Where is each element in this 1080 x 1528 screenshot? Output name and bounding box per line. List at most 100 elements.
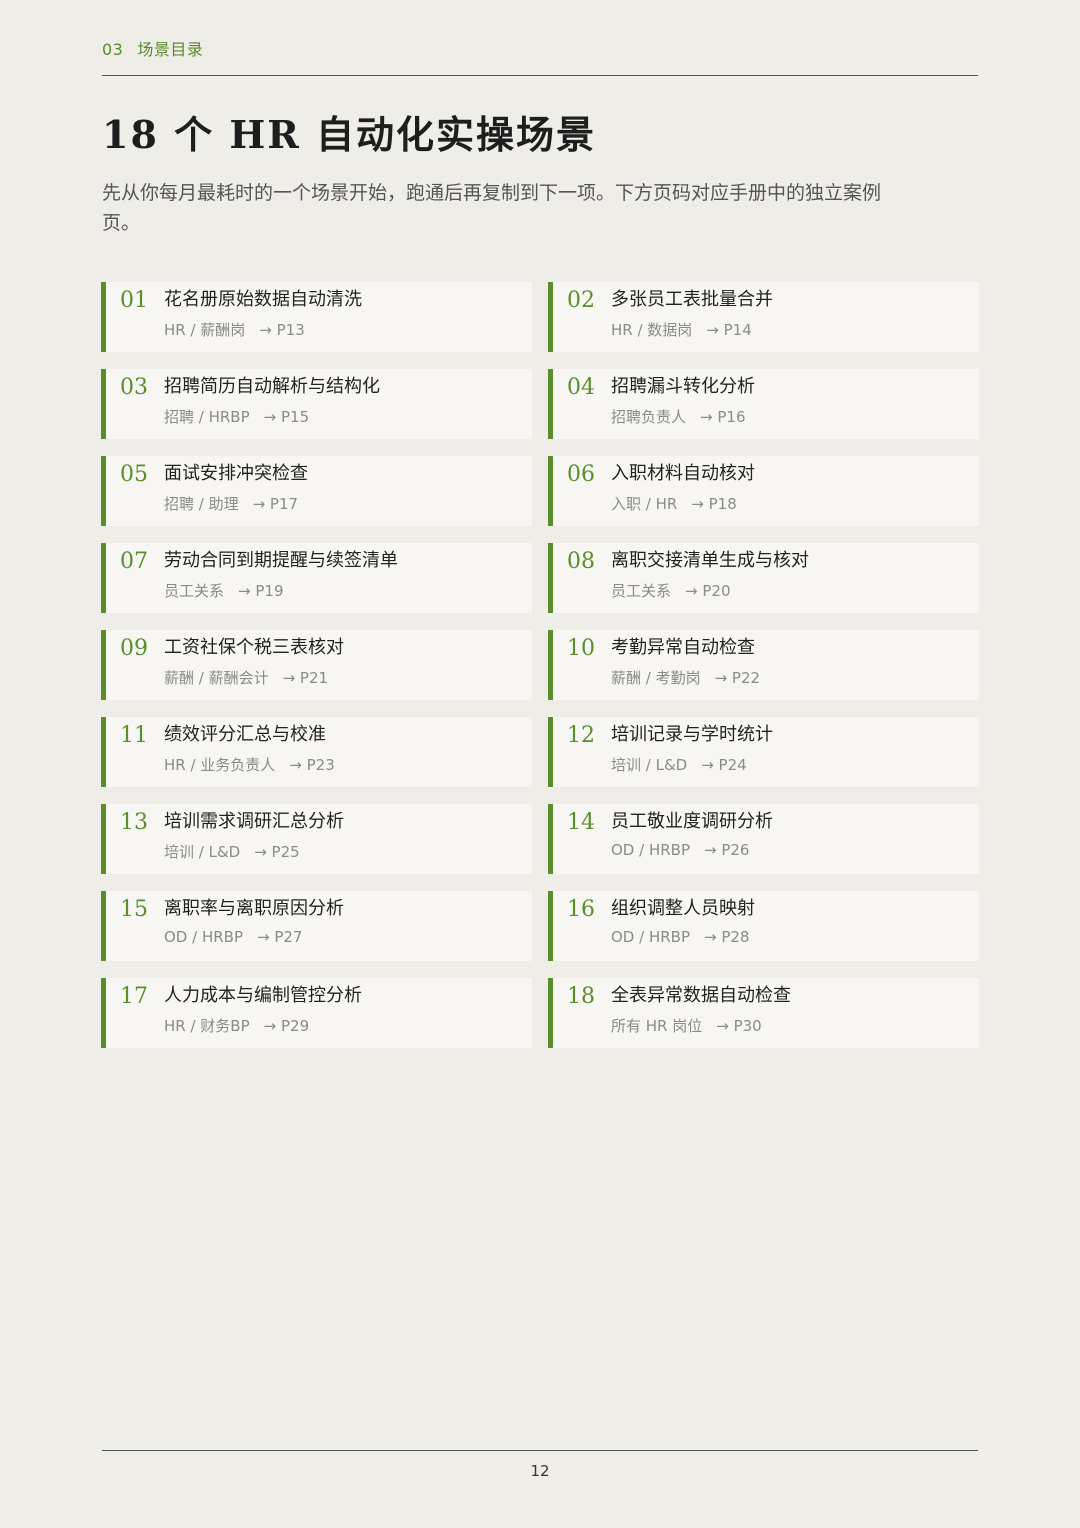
scenario-card[interactable]: 02 多张员工表批量合并 HR / 数据岗 → P14 <box>548 282 979 352</box>
scenario-roles: 招聘 / 助理 <box>164 495 239 513</box>
scenario-number: 05 <box>120 462 148 487</box>
scenario-grid: 01 花名册原始数据自动清洗 HR / 薪酬岗 → P13 02 多张员工表批量合并 HR … <box>101 282 979 1048</box>
scenario-number: 08 <box>567 549 595 574</box>
scenario-card[interactable]: 07 劳动合同到期提醒与续签清单 员工关系 → P19 <box>101 543 532 613</box>
scenario-meta: HR / 薪酬岗 → P13 <box>164 319 305 340</box>
scenario-meta: 招聘 / HRBP → P15 <box>164 406 309 427</box>
scenario-title: 绩效评分汇总与校准 <box>164 724 326 745</box>
scenario-roles: 招聘负责人 <box>611 408 687 426</box>
scenario-meta: 薪酬 / 考勤岗 → P22 <box>611 667 760 688</box>
scenario-roles: 培训 / L&D <box>611 756 688 774</box>
scenario-page-link[interactable]: → P28 <box>704 928 749 946</box>
scenario-page-link[interactable]: → P15 <box>264 408 309 426</box>
scenario-page-link[interactable]: → P30 <box>716 1017 761 1035</box>
scenario-page-link[interactable]: → P21 <box>283 669 328 687</box>
scenario-number: 15 <box>120 897 148 922</box>
scenario-title: 培训记录与学时统计 <box>611 724 773 745</box>
scenario-page-link[interactable]: → P23 <box>289 756 334 774</box>
scenario-roles: 员工关系 <box>164 582 225 600</box>
scenario-meta: 入职 / HR → P18 <box>611 493 737 514</box>
scenario-title: 全表异常数据自动检查 <box>611 985 791 1006</box>
scenario-page-link[interactable]: → P27 <box>257 928 302 946</box>
scenario-card[interactable]: 16 组织调整人员映射 OD / HRBP → P28 <box>548 891 979 961</box>
scenario-page-link[interactable]: → P20 <box>685 582 730 600</box>
scenario-card[interactable]: 15 离职率与离职原因分析 OD / HRBP → P27 <box>101 891 532 961</box>
scenario-page-link[interactable]: → P29 <box>264 1017 309 1035</box>
scenario-page-link[interactable]: → P25 <box>254 843 299 861</box>
scenario-meta: OD / HRBP → P27 <box>164 928 302 946</box>
scenario-number: 06 <box>567 462 595 487</box>
scenario-roles: OD / HRBP <box>611 841 690 859</box>
scenario-roles: 员工关系 <box>611 582 672 600</box>
scenario-number: 10 <box>567 636 595 661</box>
bottom-divider <box>102 1450 978 1451</box>
scenario-title: 劳动合同到期提醒与续签清单 <box>164 550 398 571</box>
scenario-card[interactable]: 14 员工敬业度调研分析 OD / HRBP → P26 <box>548 804 979 874</box>
scenario-card[interactable]: 18 全表异常数据自动检查 所有 HR 岗位 → P30 <box>548 978 979 1048</box>
scenario-title: 面试安排冲突检查 <box>164 463 308 484</box>
scenario-page-link[interactable]: → P26 <box>704 841 749 859</box>
scenario-number: 12 <box>567 723 595 748</box>
section-title: 场景目录 <box>137 40 204 59</box>
scenario-title: 工资社保个税三表核对 <box>164 637 344 658</box>
scenario-title: 入职材料自动核对 <box>611 463 755 484</box>
scenario-page-link[interactable]: → P19 <box>238 582 283 600</box>
scenario-number: 14 <box>567 810 595 835</box>
scenario-number: 07 <box>120 549 148 574</box>
scenario-title: 组织调整人员映射 <box>611 898 755 919</box>
scenario-card[interactable]: 09 工资社保个税三表核对 薪酬 / 薪酬会计 → P21 <box>101 630 532 700</box>
scenario-card[interactable]: 04 招聘漏斗转化分析 招聘负责人 → P16 <box>548 369 979 439</box>
section-number: 03 <box>102 40 124 59</box>
scenario-card[interactable]: 10 考勤异常自动检查 薪酬 / 考勤岗 → P22 <box>548 630 979 700</box>
scenario-meta: HR / 业务负责人 → P23 <box>164 754 335 775</box>
scenario-meta: 培训 / L&D → P25 <box>164 841 300 862</box>
scenario-page-link[interactable]: → P24 <box>701 756 746 774</box>
scenario-meta: 招聘 / 助理 → P17 <box>164 493 298 514</box>
intro-text: 先从你每月最耗时的一个场景开始，跑通后再复制到下一项。下方页码对应手册中的独立案… <box>102 182 882 234</box>
scenario-meta: 员工关系 → P19 <box>164 580 283 601</box>
scenario-number: 18 <box>567 984 595 1009</box>
scenario-roles: OD / HRBP <box>164 928 243 946</box>
scenario-title: 员工敬业度调研分析 <box>611 811 773 832</box>
section-tag: 03 场景目录 <box>102 36 203 60</box>
scenario-card[interactable]: 05 面试安排冲突检查 招聘 / 助理 → P17 <box>101 456 532 526</box>
scenario-roles: HR / 数据岗 <box>611 321 693 339</box>
scenario-roles: HR / 财务BP <box>164 1017 250 1035</box>
scenario-page-link[interactable]: → P18 <box>691 495 736 513</box>
scenario-page-link[interactable]: → P14 <box>706 321 751 339</box>
scenario-card[interactable]: 08 离职交接清单生成与核对 员工关系 → P20 <box>548 543 979 613</box>
scenario-card[interactable]: 11 绩效评分汇总与校准 HR / 业务负责人 → P23 <box>101 717 532 787</box>
scenario-number: 01 <box>120 288 148 313</box>
scenario-page-link[interactable]: → P22 <box>715 669 760 687</box>
scenario-title: 考勤异常自动检查 <box>611 637 755 658</box>
scenario-number: 13 <box>120 810 148 835</box>
scenario-card[interactable]: 12 培训记录与学时统计 培训 / L&D → P24 <box>548 717 979 787</box>
scenario-title: 招聘简历自动解析与结构化 <box>164 376 380 397</box>
scenario-page-link[interactable]: → P17 <box>253 495 298 513</box>
scenario-number: 17 <box>120 984 148 1009</box>
scenario-meta: HR / 数据岗 → P14 <box>611 319 752 340</box>
scenario-roles: 入职 / HR <box>611 495 678 513</box>
scenario-card[interactable]: 06 入职材料自动核对 入职 / HR → P18 <box>548 456 979 526</box>
scenario-title: 培训需求调研汇总分析 <box>164 811 344 832</box>
scenario-card[interactable]: 13 培训需求调研汇总分析 培训 / L&D → P25 <box>101 804 532 874</box>
scenario-card[interactable]: 03 招聘简历自动解析与结构化 招聘 / HRBP → P15 <box>101 369 532 439</box>
scenario-meta: 所有 HR 岗位 → P30 <box>611 1015 762 1036</box>
scenario-roles: HR / 业务负责人 <box>164 756 276 774</box>
scenario-number: 03 <box>120 375 148 400</box>
scenario-page-link[interactable]: → P13 <box>259 321 304 339</box>
scenario-number: 02 <box>567 288 595 313</box>
scenario-meta: 培训 / L&D → P24 <box>611 754 747 775</box>
scenario-title: 离职率与离职原因分析 <box>164 898 344 919</box>
scenario-number: 11 <box>120 723 148 748</box>
scenario-roles: HR / 薪酬岗 <box>164 321 246 339</box>
scenario-title: 多张员工表批量合并 <box>611 289 773 310</box>
scenario-card[interactable]: 01 花名册原始数据自动清洗 HR / 薪酬岗 → P13 <box>101 282 532 352</box>
scenario-roles: 薪酬 / 薪酬会计 <box>164 669 269 687</box>
scenario-meta: HR / 财务BP → P29 <box>164 1015 309 1036</box>
scenario-meta: 员工关系 → P20 <box>611 580 730 601</box>
scenario-number: 09 <box>120 636 148 661</box>
scenario-title: 离职交接清单生成与核对 <box>611 550 809 571</box>
scenario-page-link[interactable]: → P16 <box>700 408 745 426</box>
scenario-card[interactable]: 17 人力成本与编制管控分析 HR / 财务BP → P29 <box>101 978 532 1048</box>
